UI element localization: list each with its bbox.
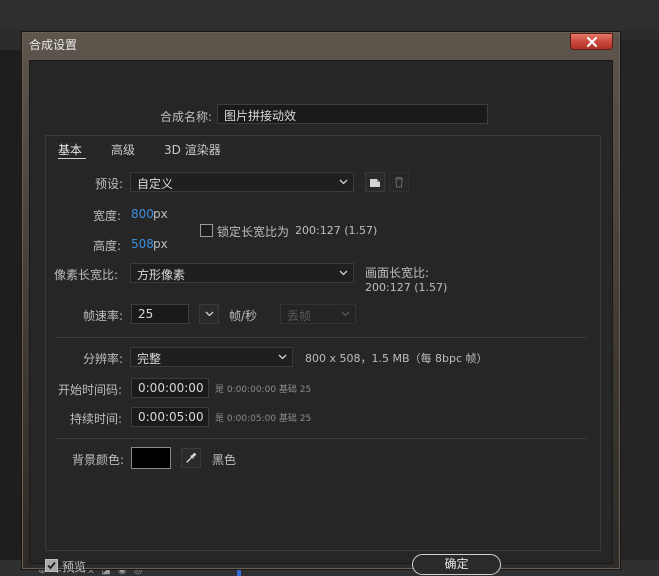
frame-rate-input[interactable]: 25 bbox=[131, 304, 189, 324]
frame-aspect-label: 画面长宽比: bbox=[365, 266, 430, 280]
drop-frame-value: 丢帧 bbox=[287, 309, 312, 323]
duration-input[interactable]: 0:00:05:00 bbox=[131, 407, 209, 427]
resolution-select[interactable]: 完整 bbox=[130, 347, 293, 367]
eyedropper-icon bbox=[186, 452, 197, 463]
background-color-name: 黑色 bbox=[212, 453, 237, 467]
start-timecode-input[interactable]: 0:00:00:00 bbox=[131, 378, 209, 398]
frame-rate-unit: 帧/秒 bbox=[229, 309, 258, 323]
chevron-down-icon bbox=[205, 311, 213, 317]
save-preset-button[interactable] bbox=[365, 172, 385, 192]
preset-value: 自定义 bbox=[137, 177, 174, 191]
width-value[interactable]: 800 bbox=[131, 207, 154, 221]
chevron-down-icon bbox=[339, 270, 348, 276]
app-top-bar bbox=[0, 0, 659, 30]
trash-icon bbox=[395, 177, 403, 188]
dialog-titlebar: 合成设置 bbox=[22, 32, 620, 56]
eyedropper-button[interactable] bbox=[181, 448, 201, 468]
drop-frame-select[interactable]: 丢帧 bbox=[280, 304, 356, 324]
height-label: 高度: bbox=[93, 239, 122, 253]
ok-button[interactable]: 确定 bbox=[412, 554, 501, 575]
resolution-label: 分辨率: bbox=[83, 352, 124, 366]
preview-checkbox[interactable] bbox=[45, 559, 58, 572]
resolution-value: 完整 bbox=[137, 352, 162, 366]
dialog-body: 合成名称: 图片拼接动效 基本 高级 3D 渲染器 预设: 自定义 宽度: 80… bbox=[29, 60, 613, 575]
background-color-swatch[interactable] bbox=[131, 447, 171, 469]
checkmark-icon bbox=[47, 561, 56, 570]
background-color-label: 背景颜色: bbox=[72, 453, 125, 467]
tab-advanced[interactable]: 高级 bbox=[111, 141, 135, 158]
width-label: 宽度: bbox=[93, 209, 122, 223]
start-timecode-note: 是 0:00:00:00 基础 25 bbox=[215, 385, 312, 395]
height-unit: px bbox=[153, 237, 168, 251]
preset-select[interactable]: 自定义 bbox=[130, 172, 354, 192]
resolution-info: 800 x 508，1.5 MB（每 8bpc 帧） bbox=[305, 352, 488, 365]
frame-rate-dropdown-button[interactable] bbox=[199, 304, 219, 324]
close-icon bbox=[586, 36, 597, 47]
new-preset-icon bbox=[370, 179, 380, 187]
start-timecode-label: 开始时间码: bbox=[58, 383, 123, 397]
section-divider bbox=[55, 438, 587, 439]
comp-name-input[interactable]: 图片拼接动效 bbox=[217, 104, 488, 124]
pixel-aspect-label: 像素长宽比: bbox=[54, 268, 119, 282]
pixel-aspect-select[interactable]: 方形像素 bbox=[130, 263, 354, 283]
settings-tab-panel bbox=[45, 135, 601, 551]
height-value[interactable]: 508 bbox=[131, 237, 154, 251]
preset-label: 预设: bbox=[95, 177, 124, 191]
chevron-down-icon bbox=[278, 354, 287, 360]
pixel-aspect-value: 方形像素 bbox=[137, 268, 186, 282]
chevron-down-icon bbox=[341, 311, 350, 317]
tab-basic[interactable]: 基本 bbox=[58, 141, 82, 158]
duration-note: 是 0:00:05:00 基础 25 bbox=[215, 414, 312, 424]
lock-aspect-label: 锁定长宽比为 bbox=[217, 225, 290, 239]
frame-rate-label: 帧速率: bbox=[83, 309, 124, 323]
duration-label: 持续时间: bbox=[70, 412, 123, 426]
tab-3d-renderer[interactable]: 3D 渲染器 bbox=[164, 141, 221, 158]
composition-settings-dialog: 合成设置 合成名称: 图片拼接动效 基本 高级 3D 渲染器 预设: 自定义 宽… bbox=[21, 31, 621, 575]
preview-label: 预览 bbox=[62, 560, 87, 574]
app-right-panel bbox=[621, 40, 659, 576]
close-button[interactable] bbox=[570, 33, 613, 50]
comp-name-label: 合成名称: bbox=[160, 110, 213, 124]
frame-aspect-value: 200:127 (1.57) bbox=[365, 281, 448, 294]
delete-preset-button[interactable] bbox=[389, 172, 409, 192]
lock-aspect-ratio: 200:127 (1.57) bbox=[295, 224, 378, 237]
app-left-panel bbox=[0, 50, 22, 576]
lock-aspect-checkbox[interactable] bbox=[200, 224, 213, 237]
tab-active-indicator bbox=[58, 158, 86, 159]
section-divider bbox=[55, 337, 587, 338]
chevron-down-icon bbox=[339, 179, 348, 185]
dialog-title: 合成设置 bbox=[29, 38, 78, 52]
width-unit: px bbox=[153, 207, 168, 221]
